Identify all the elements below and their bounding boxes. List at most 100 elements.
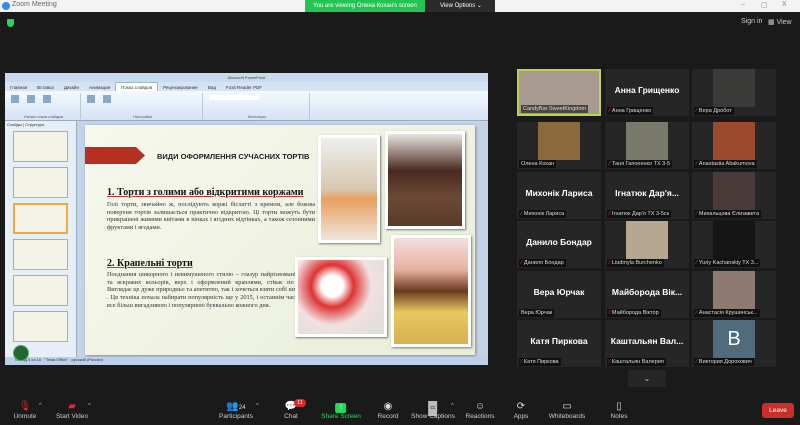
- slide-thumbnail[interactable]: [13, 311, 68, 342]
- captions-caret[interactable]: ^: [451, 403, 454, 409]
- participant-label-text: Liudmyla Burchenko: [611, 260, 662, 266]
- participant-tile[interactable]: Данило Бондар ⁄ Данило Бондар: [517, 221, 601, 268]
- naked-cake-photo: [318, 135, 380, 243]
- participant-video: [713, 172, 755, 210]
- gallery-next-page-button[interactable]: ⌄: [628, 370, 666, 387]
- participant-label: ⁄ Каштальян Валерия: [607, 358, 666, 366]
- reactions-button[interactable]: ☺ Reactions: [466, 400, 495, 420]
- participant-tile[interactable]: ⁄ Анастасія Крушинськ...: [692, 271, 776, 318]
- participant-label: ⁄ Виктория Дорохович: [694, 358, 754, 366]
- whiteboards-label: Whiteboards: [548, 413, 586, 420]
- participant-label-text: Данило Бондар: [523, 260, 564, 266]
- participant-label: ⁄ Данило Бондар: [519, 259, 566, 267]
- section-heading-2: 2. Крапельні торти: [107, 258, 193, 269]
- chocolate-cakes-photo: [385, 131, 465, 229]
- participant-video: [626, 221, 668, 259]
- status-theme: "Тема Office": [44, 357, 69, 362]
- muted-mic-icon: ⁄: [609, 108, 610, 114]
- participant-tile[interactable]: Катя Пиркова ⁄ Катя Пиркова: [517, 320, 601, 367]
- participant-label-text: Yuriy Kachanskiy TX 3...: [698, 260, 759, 266]
- share-screen-button[interactable]: ↑ Share Screen: [321, 400, 361, 420]
- section-heading-1: 1. Торти з голими або відкритими коржами: [107, 187, 304, 198]
- muted-mic-icon: ⁄: [521, 211, 522, 217]
- participant-tile[interactable]: Ігнатюк Дар'я... ⁄ Ігнатюк Дар'я ТХ 3-5ск: [605, 172, 689, 219]
- participant-label: ⁄ Катя Пиркова: [519, 358, 561, 366]
- start-video-button[interactable]: ▰ Start Video: [56, 400, 88, 420]
- captions-icon: cc: [411, 400, 455, 416]
- leave-button[interactable]: Leave: [762, 403, 794, 418]
- participant-tile[interactable]: Каштальян Вал... ⁄ Каштальян Валерия: [605, 320, 689, 367]
- participant-tile[interactable]: B ⁄ Виктория Дорохович: [692, 320, 776, 367]
- view-options-button[interactable]: View Options ⌄: [425, 0, 495, 12]
- share-screen-label: Share Screen: [321, 413, 361, 420]
- participant-video: [713, 69, 755, 107]
- muted-mic-icon: ⁄: [696, 260, 697, 266]
- annotation-pen-icon[interactable]: [13, 345, 29, 361]
- participant-tile[interactable]: Михонік Лариса ⁄ Михонік Лариса: [517, 172, 601, 219]
- muted-mic-icon: ⁄: [609, 310, 610, 316]
- ribbon-group-start: Начать показ слайдов: [7, 93, 81, 119]
- participant-label-text: Виктория Дорохович: [698, 359, 752, 365]
- view-button[interactable]: ▦ View: [768, 18, 792, 26]
- apps-button[interactable]: ⟳ Apps: [514, 400, 529, 420]
- participant-label-text: Анастасія Крушинськ...: [698, 310, 758, 316]
- participant-tile[interactable]: ⁄ Вера Дробот: [692, 69, 776, 116]
- participant-name: Михонік Лариса: [525, 188, 593, 198]
- whiteboards-button[interactable]: ▭ Whiteboards: [549, 400, 586, 420]
- muted-mic-icon: ⁄: [696, 211, 697, 217]
- participants-button[interactable]: 👥24 Participants: [219, 400, 253, 420]
- slide-thumbnail[interactable]: [13, 239, 68, 270]
- meeting-topbar: [0, 12, 800, 32]
- participant-tile[interactable]: Анна Грищенко ⁄ Анна Грищенко: [605, 69, 689, 116]
- slide-thumbnail-selected[interactable]: [13, 203, 68, 234]
- participants-caret[interactable]: ^: [256, 403, 259, 409]
- outline-tab[interactable]: Структура: [25, 122, 44, 127]
- muted-mic-icon: ⁄: [696, 359, 697, 365]
- group-label: Начать показ слайдов: [23, 115, 64, 119]
- slide-thumbnail[interactable]: [13, 275, 68, 306]
- participant-label-text: Anastasiia Abakumova: [698, 161, 755, 167]
- sign-in-button[interactable]: Sign in: [741, 18, 762, 25]
- muted-mic-icon: ⁄: [609, 161, 610, 167]
- close-button[interactable]: X: [782, 1, 787, 8]
- participant-tile[interactable]: ⁄ Таня Гапоненко ТХ 3-5: [605, 122, 689, 169]
- muted-mic-icon: ⁄: [609, 260, 610, 266]
- notes-button[interactable]: ▯ Notes: [611, 400, 628, 420]
- slides-tab[interactable]: Слайды: [7, 122, 22, 127]
- slide-thumbnail[interactable]: [13, 167, 68, 198]
- participant-name: Ігнатюк Дар'я...: [615, 188, 679, 198]
- security-shield-icon[interactable]: [7, 19, 14, 27]
- participant-tile[interactable]: ⁄ Anastasiia Abakumova: [692, 122, 776, 169]
- muted-mic-icon: ⁄: [609, 211, 610, 217]
- slide-thumbnail[interactable]: [13, 131, 68, 162]
- participant-label: ⁄ Anastasiia Abakumova: [694, 160, 757, 168]
- participant-tile[interactable]: Вера Юрчак Вера Юрчак: [517, 271, 601, 318]
- ppt-statusbar: Слайд 5 из 16 "Тема Office" русский (Рос…: [5, 357, 488, 365]
- group-label: Мониторы: [247, 115, 267, 119]
- video-off-icon: ▰: [68, 401, 76, 412]
- whiteboard-icon: ▭: [562, 401, 572, 412]
- participant-tile[interactable]: ⁄ Михальцова Єлизавета: [692, 172, 776, 219]
- participant-label-text: Михонік Лариса: [523, 211, 565, 217]
- reactions-label: Reactions: [465, 413, 495, 420]
- participant-tile[interactable]: Майборода Вік... ⁄ Майборода Віктор: [605, 271, 689, 318]
- minimize-button[interactable]: –: [741, 1, 745, 8]
- participants-label: Participants: [219, 413, 253, 420]
- participant-label: ⁄ Ігнатюк Дар'я ТХ 3-5ск: [607, 210, 672, 218]
- unmute-button[interactable]: 🎙 Unmute: [14, 400, 37, 420]
- maximize-button[interactable]: ▢: [761, 1, 768, 9]
- participant-label: ⁄ Yuriy Kachanskiy TX 3...: [694, 259, 761, 267]
- record-button[interactable]: ◉ Record: [378, 400, 399, 420]
- participant-name: Вера Юрчак: [533, 287, 585, 297]
- video-options-caret[interactable]: ^: [88, 403, 91, 409]
- shared-screen: Microsoft PowerPoint Главная Вставка Дизай…: [5, 73, 488, 365]
- participant-tile[interactable]: CandyBar SweetKingdom: [517, 69, 601, 116]
- participant-label-text: Каштальян Валерия: [611, 359, 664, 365]
- participant-tile[interactable]: ⁄ Yuriy Kachanskiy TX 3...: [692, 221, 776, 268]
- participant-label-text: Анна Грищенко: [611, 108, 652, 114]
- participant-tile[interactable]: ⁄ Liudmyla Burchenko: [605, 221, 689, 268]
- apps-icon: ⟳: [516, 401, 526, 412]
- audio-options-caret[interactable]: ^: [39, 403, 42, 409]
- show-captions-button[interactable]: cc Show Captions: [411, 400, 455, 420]
- participant-tile[interactable]: Олена Кохан: [517, 122, 601, 169]
